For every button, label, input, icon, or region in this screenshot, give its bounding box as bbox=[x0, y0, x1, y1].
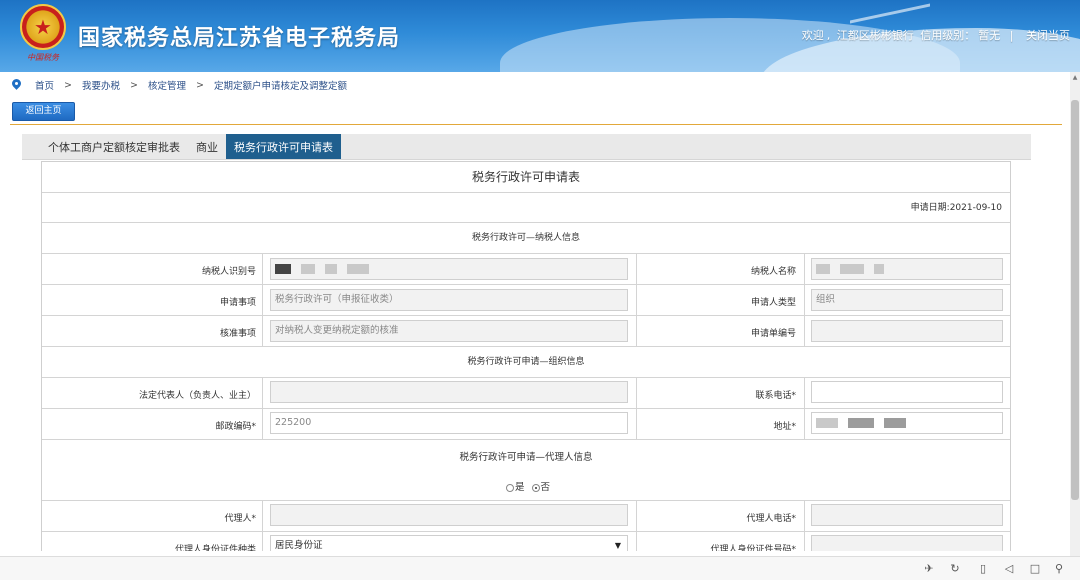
form-title: 税务行政许可申请表 bbox=[42, 162, 1010, 193]
grid-line bbox=[262, 501, 263, 551]
site-title: 国家税务总局江苏省电子税务局 bbox=[78, 26, 401, 51]
taxpayer-name-label: 纳税人名称 bbox=[750, 267, 796, 277]
breadcrumb-assessment[interactable]: 核定管理 bbox=[148, 78, 186, 92]
postcode-label: 邮政编码* bbox=[215, 422, 256, 432]
breadcrumb-home[interactable]: 首页 bbox=[35, 78, 54, 92]
credit-value: 暂无 bbox=[978, 29, 1001, 42]
apply-item-field[interactable]: 税务行政许可（申报征收类） bbox=[270, 289, 628, 311]
apply-no-label: 申请单编号 bbox=[750, 329, 796, 339]
breadcrumb-separator: > bbox=[195, 79, 204, 91]
grid-line bbox=[262, 254, 263, 347]
taxpayer-name-field[interactable] bbox=[811, 258, 1003, 280]
location-pin-icon bbox=[12, 79, 21, 91]
grid-line bbox=[636, 378, 637, 440]
legal-rep-label: 法定代表人（负责人、业主） bbox=[138, 391, 256, 401]
page-scrollbar[interactable]: ▲ bbox=[1070, 72, 1080, 556]
radio-no[interactable] bbox=[531, 483, 540, 492]
agent-id-no-field[interactable] bbox=[811, 535, 1003, 551]
credit-label: 信用级别： bbox=[920, 29, 976, 42]
radio-no-label: 否 bbox=[540, 482, 551, 493]
agent-id-type-label: 代理人身份证件种类 bbox=[174, 545, 256, 551]
agent-field[interactable] bbox=[270, 504, 628, 526]
apply-no-field[interactable] bbox=[811, 320, 1003, 342]
taxpayer-id-field[interactable] bbox=[270, 258, 628, 280]
agent-label: 代理人* bbox=[224, 514, 256, 524]
grid-line bbox=[804, 254, 805, 347]
apply-date-value: 2021-09-10 bbox=[949, 203, 1002, 213]
postcode-field[interactable]: 225200 bbox=[270, 412, 628, 434]
phone-field[interactable] bbox=[811, 381, 1003, 403]
search-icon[interactable]: ⚲ bbox=[1052, 562, 1066, 576]
apply-date: 申请日期:2021-09-10 bbox=[42, 193, 1010, 223]
legal-rep-field[interactable] bbox=[270, 381, 628, 403]
close-page-link[interactable]: 关闭当页 bbox=[1026, 29, 1070, 42]
share-icon[interactable]: ↻ bbox=[948, 562, 962, 576]
agent-phone-field[interactable] bbox=[811, 504, 1003, 526]
breadcrumb-separator: > bbox=[64, 79, 72, 91]
tab-individual-quota[interactable]: 个体工商户定额核定审批表 bbox=[22, 134, 188, 159]
license-application-form: 税务行政许可申请表 申请日期:2021-09-10 税务行政许可—纳税人信息 纳… bbox=[41, 161, 1011, 551]
tab-bar: 个体工商户定额核定审批表 商业 税务行政许可申请表 bbox=[22, 134, 1031, 160]
apply-item-label: 申请事项 bbox=[219, 298, 256, 308]
user-name[interactable]: 江都区彬彬银行 bbox=[837, 29, 914, 42]
tab-admin-license[interactable]: 税务行政许可申请表 bbox=[226, 134, 341, 159]
section-org: 税务行政许可申请—组织信息 bbox=[42, 347, 1010, 378]
grid-line bbox=[804, 378, 805, 440]
bottom-toolbar: ✈ ↻ ▯ ◁ □ ⚲ bbox=[0, 556, 1080, 580]
grid-line bbox=[636, 254, 637, 347]
tax-emblem-icon bbox=[20, 4, 66, 50]
welcome-text: 欢迎 bbox=[801, 29, 824, 42]
site-header: 中国税务 国家税务总局江苏省电子税务局 欢迎, 江都区彬彬银行 信用级别：暂无 … bbox=[0, 0, 1080, 72]
breadcrumb-current: 定期定额户申请核定及调整定额 bbox=[213, 81, 347, 92]
grid-line bbox=[636, 501, 637, 551]
section-taxpayer: 税务行政许可—纳税人信息 bbox=[42, 223, 1010, 254]
dropdown-arrow-icon: ▼ bbox=[614, 541, 621, 550]
scroll-thumb[interactable] bbox=[1071, 100, 1079, 500]
breadcrumb-tax-tasks[interactable]: 我要办税 bbox=[82, 78, 120, 92]
agent-id-type-select[interactable]: 居民身份证 ▼ bbox=[270, 535, 628, 551]
breadcrumb-separator: > bbox=[130, 79, 138, 91]
back-home-button[interactable]: 返回主页 bbox=[12, 102, 75, 121]
apply-date-label: 申请日期: bbox=[910, 203, 950, 213]
radio-yes-label: 是 bbox=[514, 482, 525, 493]
agent-phone-label: 代理人电话* bbox=[746, 514, 796, 524]
delete-icon[interactable]: ▯ bbox=[976, 562, 990, 576]
tab-commerce[interactable]: 商业 bbox=[188, 134, 226, 159]
agent-id-no-label: 代理人身份证件号码* bbox=[710, 545, 796, 551]
approve-item-field[interactable]: 对纳税人变更纳税定额的核准 bbox=[270, 320, 628, 342]
applicant-type-field[interactable]: 组织 bbox=[811, 289, 1003, 311]
grid-line bbox=[262, 378, 263, 440]
agent-id-type-value: 居民身份证 bbox=[275, 540, 323, 551]
window-icon[interactable]: □ bbox=[1028, 562, 1042, 576]
grid-line bbox=[804, 501, 805, 551]
approve-item-label: 核准事项 bbox=[219, 329, 256, 339]
radio-yes[interactable] bbox=[505, 483, 514, 492]
scroll-up-arrow-icon[interactable]: ▲ bbox=[1070, 74, 1080, 82]
address-label: 地址* bbox=[773, 422, 796, 432]
user-bar: 欢迎, 江都区彬彬银行 信用级别： 暂无 | 关闭当页 bbox=[801, 29, 1070, 42]
pin-icon[interactable]: ✈ bbox=[922, 562, 936, 576]
address-field[interactable] bbox=[811, 412, 1003, 434]
applicant-type-label: 申请人类型 bbox=[750, 298, 796, 308]
breadcrumb: 首页 > 我要办税 > 核定管理 > 定期定额户申请核定及调整定额 bbox=[0, 72, 1070, 98]
section-agent: 税务行政许可申请—代理人信息 bbox=[459, 452, 593, 463]
phone-label: 联系电话* bbox=[755, 391, 796, 401]
taxpayer-id-label: 纳税人识别号 bbox=[201, 267, 256, 277]
volume-icon[interactable]: ◁ bbox=[1002, 562, 1016, 576]
divider bbox=[10, 124, 1062, 125]
agent-radio-group: 是 否 bbox=[42, 479, 1010, 493]
emblem-caption: 中国税务 bbox=[27, 53, 59, 62]
